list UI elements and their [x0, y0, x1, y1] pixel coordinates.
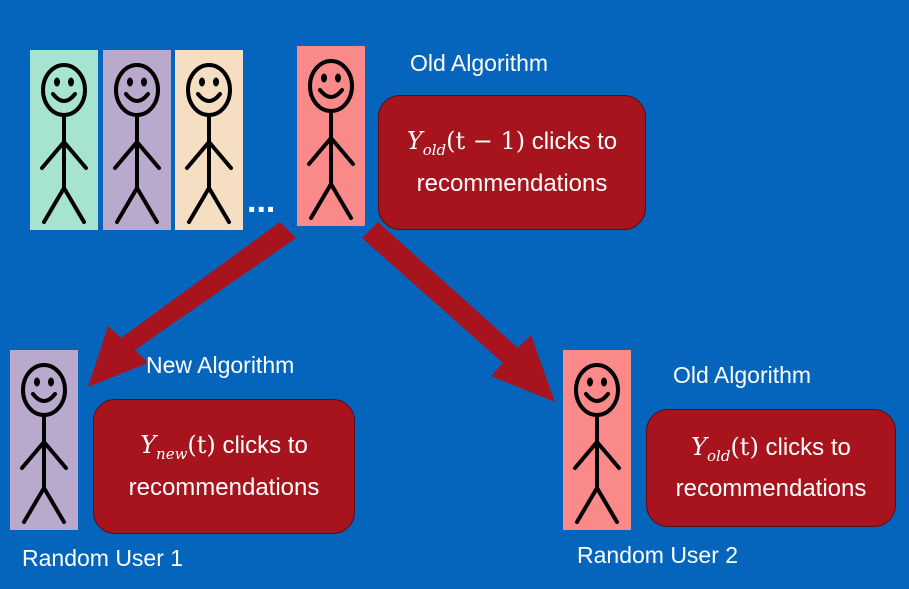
user-card-purple	[103, 50, 171, 230]
old-box-math: Yold(t)	[691, 432, 759, 465]
stick-figure-icon	[297, 46, 365, 226]
user-card-current	[297, 46, 365, 226]
top-box-line1: Yold(t − 1) clicks to	[406, 127, 618, 159]
stick-figure-icon	[103, 50, 171, 230]
new-algorithm-label: New Algorithm	[146, 352, 295, 378]
top-clicks-box: Yold(t − 1) clicks to recommendations	[378, 95, 646, 230]
new-box-math: Ynew(t)	[140, 431, 216, 463]
new-clicks-box: Ynew(t) clicks to recommendations	[93, 399, 355, 534]
arrow-to-user2-icon	[362, 222, 555, 402]
top-box-line2: recommendations	[416, 169, 608, 197]
random-user-1-card	[10, 350, 78, 530]
old-box-line1: Yold(t) clicks to	[691, 432, 851, 465]
random-user-1-caption: Random User 1	[22, 545, 184, 571]
top-box-math: Yold(t − 1)	[406, 127, 526, 159]
stick-figure-icon	[10, 350, 78, 530]
old-algorithm-label-right: Old Algorithm	[673, 362, 812, 388]
stick-figure-icon	[30, 50, 98, 230]
random-user-2-caption: Random User 2	[577, 542, 739, 568]
ellipsis: ...	[247, 182, 276, 220]
user-card-peach	[175, 50, 243, 230]
new-box-line1: Ynew(t) clicks to	[140, 431, 308, 463]
stick-figure-icon	[175, 50, 243, 230]
top-algorithm-label: Old Algorithm	[410, 50, 549, 76]
old-clicks-box-right: Yold(t) clicks to recommendations	[646, 409, 896, 527]
user-card-teal	[30, 50, 98, 230]
old-box-line2: recommendations	[675, 475, 867, 503]
random-user-2-card	[563, 350, 631, 530]
stick-figure-icon	[563, 350, 631, 530]
new-box-line2: recommendations	[128, 473, 320, 501]
